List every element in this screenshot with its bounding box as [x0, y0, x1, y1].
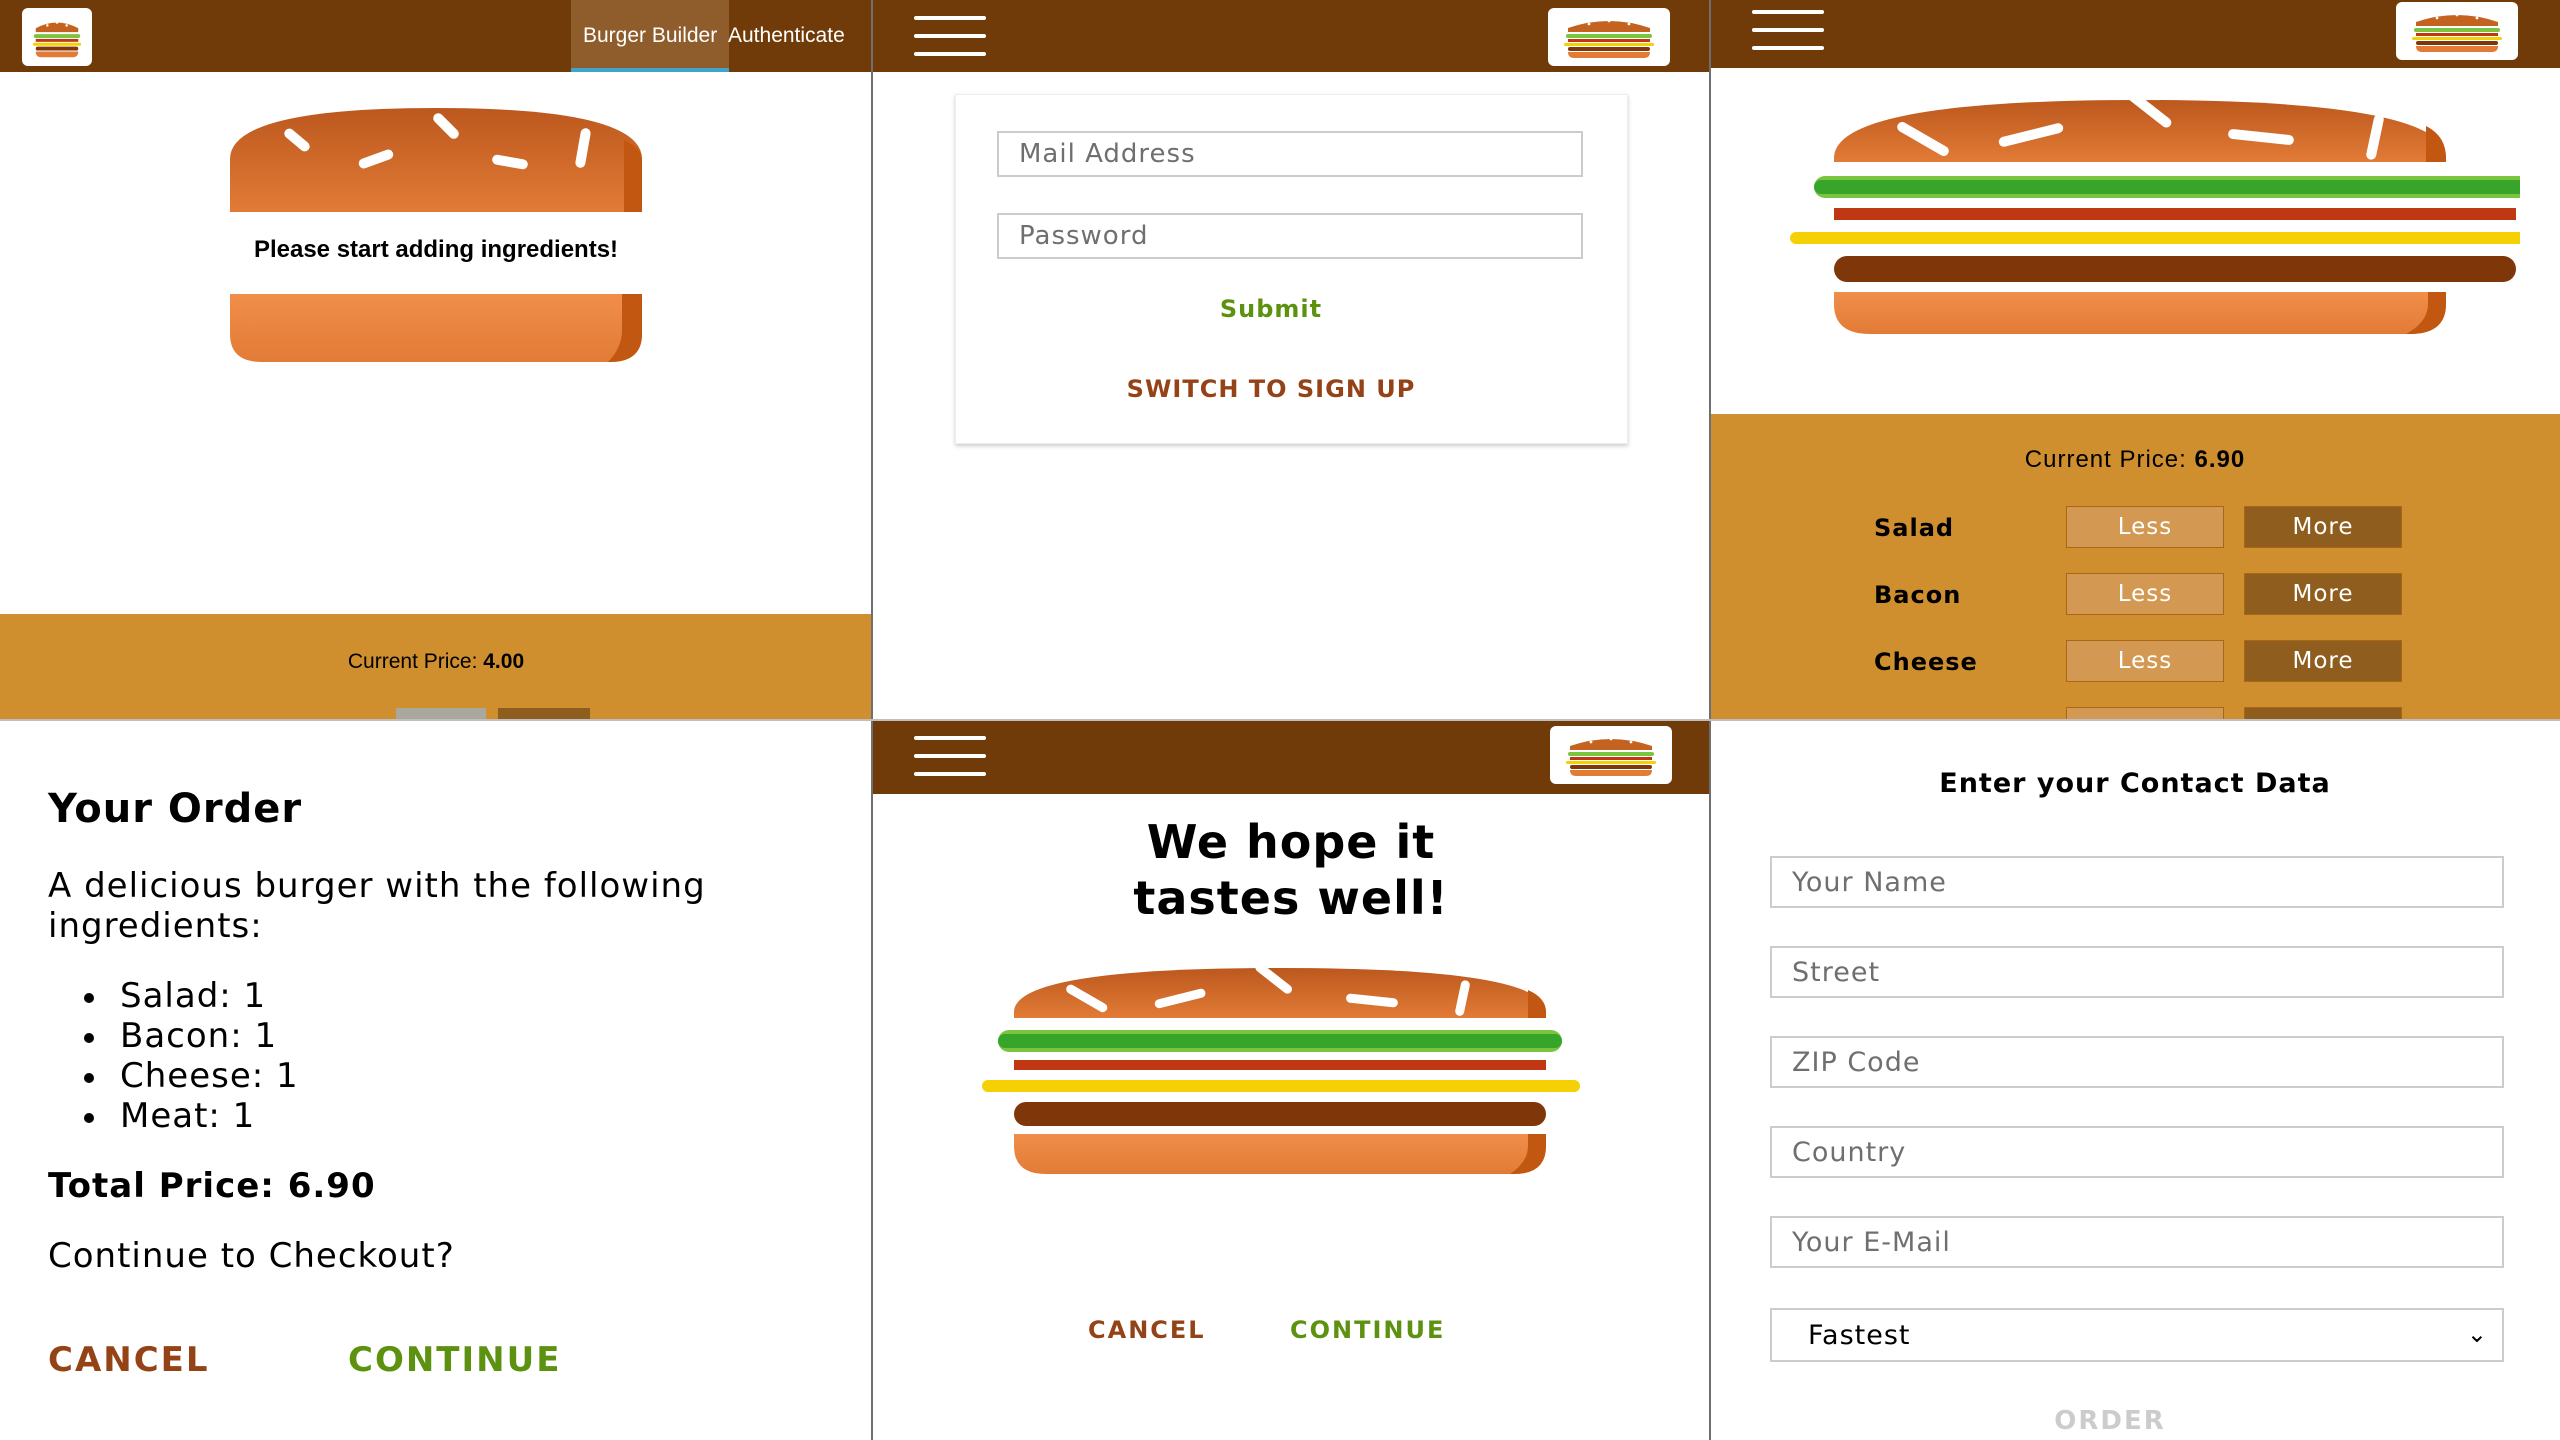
- toolbar: [1710, 0, 2560, 68]
- list-item: Bacon: 1: [84, 1016, 299, 1056]
- street-field[interactable]: Street: [1770, 946, 2504, 998]
- bread-top: [230, 104, 642, 212]
- continue-button[interactable]: CONTINUE: [1290, 1316, 1445, 1344]
- auth-panel: Mail Address Password Submit SWITCH TO S…: [872, 0, 1710, 720]
- total-price: Total Price: 6.90: [48, 1166, 376, 1206]
- nav-authenticate[interactable]: Authenticate: [716, 0, 857, 72]
- burger-logo-icon[interactable]: [2396, 2, 2518, 60]
- current-price: Current Price: 4.00: [347, 650, 525, 673]
- email-field[interactable]: Mail Address: [997, 131, 1583, 177]
- burger-preview: [1750, 90, 2520, 340]
- burger-logo-icon[interactable]: [22, 8, 92, 66]
- switch-to-signup-button[interactable]: SWITCH TO SIGN UP: [956, 375, 1586, 403]
- burger-logo-icon[interactable]: [1548, 8, 1670, 66]
- continue-button[interactable]: CONTINUE: [348, 1340, 561, 1380]
- auth-form: Mail Address Password Submit SWITCH TO S…: [955, 94, 1628, 444]
- salad-less-button[interactable]: Less: [2066, 506, 2224, 548]
- start-adding-message: Please start adding ingredients!: [253, 236, 619, 263]
- success-title: We hope it tastes well!: [1133, 815, 1449, 925]
- menu-icon[interactable]: [914, 736, 986, 778]
- bacon-more-button[interactable]: More: [2244, 573, 2402, 615]
- email-field[interactable]: Your E-Mail: [1770, 1216, 2504, 1268]
- panel-divider: [0, 719, 2560, 721]
- chevron-down-icon: ⌄: [2466, 1320, 2488, 1348]
- current-price: Current Price: 6.90: [2024, 446, 2246, 473]
- order-title: Your Order: [48, 786, 303, 832]
- cheese-less-button[interactable]: Less: [2066, 640, 2224, 682]
- build-controls: Current Price: 4.00: [0, 614, 872, 720]
- control-label-salad: Salad: [1874, 514, 1955, 542]
- cancel-button[interactable]: CANCEL: [48, 1340, 210, 1380]
- bread-bottom: [230, 294, 642, 362]
- password-field[interactable]: Password: [997, 213, 1583, 259]
- checkout-question: Continue to Checkout?: [48, 1236, 455, 1276]
- list-item: Meat: 1: [84, 1096, 299, 1136]
- bacon-less-button[interactable]: Less: [2066, 573, 2224, 615]
- nav-burger-builder[interactable]: Burger Builder: [571, 0, 730, 72]
- burger-preview: [982, 962, 1592, 1178]
- name-field[interactable]: Your Name: [1770, 856, 2504, 908]
- salad-more-button[interactable]: More: [2244, 506, 2402, 548]
- contact-title: Enter your Contact Data: [1939, 768, 2331, 799]
- control-label-bacon: Bacon: [1874, 581, 1962, 609]
- toolbar: Burger Builder Authenticate: [0, 0, 872, 72]
- delivery-method-value: Fastest: [1808, 1319, 1911, 1351]
- order-summary-panel: Your Order A delicious burger with the f…: [0, 720, 872, 1440]
- order-button[interactable]: ORDER: [1710, 1406, 2510, 1436]
- zip-code-field[interactable]: ZIP Code: [1770, 1036, 2504, 1088]
- menu-icon[interactable]: [1752, 10, 1824, 52]
- cancel-button[interactable]: CANCEL: [1088, 1316, 1206, 1344]
- burger-builder-filled-panel: Current Price: 6.90 Salad Less More Baco…: [1710, 0, 2560, 720]
- country-field[interactable]: Country: [1770, 1126, 2504, 1178]
- list-item: Salad: 1: [84, 976, 299, 1016]
- list-item: Cheese: 1: [84, 1056, 299, 1096]
- burger-builder-empty-panel: Burger Builder Authenticate Please start…: [0, 0, 872, 720]
- burger-logo-icon[interactable]: [1550, 726, 1672, 784]
- delivery-method-select[interactable]: Fastest ⌄: [1770, 1308, 2504, 1362]
- order-description: A delicious burger with the following in…: [48, 866, 706, 946]
- cheese-more-button[interactable]: More: [2244, 640, 2402, 682]
- checkout-summary-panel: We hope it tastes well! CANCEL CONTINUE: [872, 720, 1710, 1440]
- toolbar: [872, 720, 1710, 794]
- build-controls: Current Price: 6.90 Salad Less More Baco…: [1710, 414, 2560, 720]
- toolbar: [872, 0, 1710, 72]
- menu-icon[interactable]: [914, 16, 986, 58]
- submit-button[interactable]: Submit: [956, 295, 1586, 323]
- contact-data-panel: Enter your Contact Data Your Name Street…: [1710, 720, 2560, 1440]
- ingredient-list: Salad: 1 Bacon: 1 Cheese: 1 Meat: 1: [84, 976, 299, 1136]
- control-label-cheese: Cheese: [1874, 648, 1978, 676]
